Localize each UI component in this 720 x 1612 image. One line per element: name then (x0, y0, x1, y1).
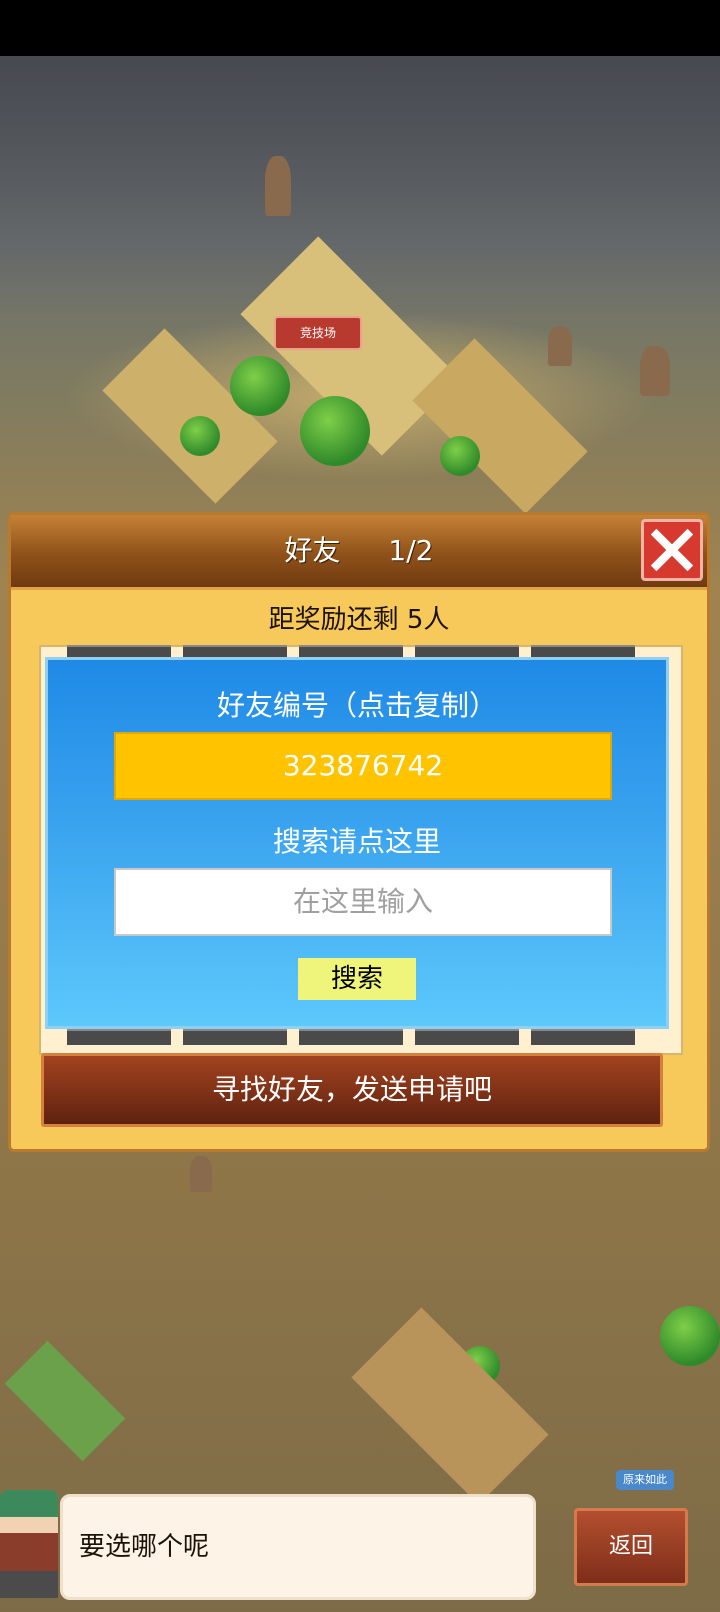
map-tree (180, 416, 220, 456)
card-rail (299, 1029, 403, 1045)
card-rail (183, 1029, 287, 1045)
map-rock (190, 1156, 212, 1192)
dialog-title-text: 好友 (284, 534, 341, 567)
dialog-page-indicator: 1/2 (388, 534, 434, 567)
arena-map-label[interactable]: 竞技场 (274, 316, 362, 350)
search-button[interactable]: 搜索 (298, 958, 416, 1000)
friend-search-card: 好友编号（点击复制） 323876742 搜索请点这里 在这里输入 搜索 (45, 657, 669, 1029)
map-rock (265, 156, 291, 216)
search-hint: 搜索请点这里 (272, 825, 441, 858)
friend-code-label: 好友编号（点击复制） (216, 689, 497, 722)
reward-remaining-text: 距奖励还剩 5人 (268, 605, 450, 635)
map-tree (440, 436, 480, 476)
map-tile (102, 328, 278, 504)
card-rail (67, 1029, 171, 1045)
close-button[interactable] (641, 519, 703, 581)
send-friend-request-button[interactable]: 寻找好友，发送申请吧 (41, 1053, 663, 1127)
map-tile (351, 1307, 549, 1505)
advisor-avatar (0, 1490, 58, 1598)
map-tree (300, 396, 370, 466)
advisor-message: 要选哪个呢 (79, 1532, 210, 1562)
card-rail (531, 1029, 635, 1045)
friend-code-copy-button[interactable]: 323876742 (114, 732, 612, 800)
back-button[interactable]: 返回 (574, 1508, 688, 1586)
card-rail (415, 1029, 519, 1045)
map-tree (660, 1306, 720, 1366)
map-fog (0, 56, 720, 316)
friend-card-frame: 好友编号（点击复制） 323876742 搜索请点这里 在这里输入 搜索 (39, 645, 683, 1055)
map-tree (230, 356, 290, 416)
friends-dialog: 好友 1/2 距奖励还剩 5人 好友编号（点击复制） 323876742 搜索请… (8, 512, 710, 1152)
advisor-message-box: 要选哪个呢 (60, 1494, 536, 1600)
dialog-title: 好友 1/2 (11, 515, 707, 587)
tip-badge: 原来如此 (616, 1470, 674, 1490)
map-rock (640, 346, 670, 396)
dialog-header: 好友 1/2 (11, 515, 707, 590)
map-rock (548, 326, 572, 366)
friend-search-input[interactable]: 在这里输入 (114, 868, 612, 936)
map-tile (4, 1340, 126, 1462)
status-bar (0, 0, 720, 56)
